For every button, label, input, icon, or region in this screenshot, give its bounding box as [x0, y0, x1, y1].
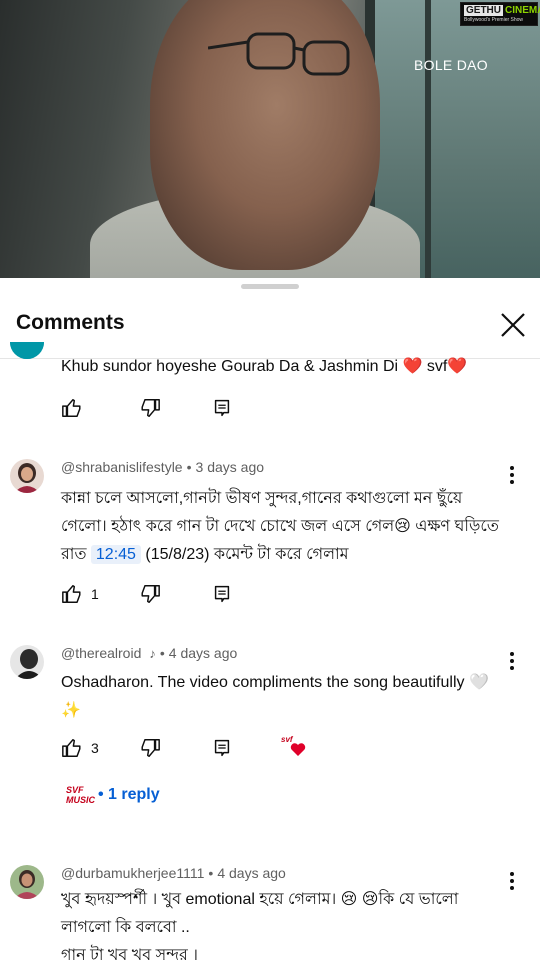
more-options-button[interactable] — [502, 464, 522, 486]
reply-button[interactable] — [211, 395, 233, 421]
comment-actions: 3 svf — [61, 735, 481, 761]
thumbs-up-icon — [62, 585, 81, 603]
like-count: 1 — [91, 586, 99, 602]
dislike-button[interactable] — [139, 581, 161, 607]
video-player[interactable]: BOLE DAO GETHUCINEMA Bollywood's Premier… — [0, 0, 540, 278]
like-count: 3 — [91, 740, 99, 756]
like-button[interactable]: 3 — [61, 735, 99, 761]
avatar[interactable] — [10, 645, 44, 679]
comment-header: @therealroid ♪ • 4 days ago — [61, 645, 238, 661]
thumbs-down-icon — [141, 739, 160, 757]
thumbs-up-icon — [62, 399, 81, 417]
like-button[interactable] — [61, 395, 83, 421]
comment-reply-icon — [214, 399, 230, 417]
close-icon[interactable] — [494, 306, 532, 344]
reply-avatar: SVF MUSIC — [66, 785, 95, 805]
video-subject-glasses — [208, 32, 350, 76]
comment-author[interactable]: @durbamukherjee1111 — [61, 865, 204, 881]
comment-item: @therealroid ♪ • 4 days ago Oshadharon. The… — [0, 642, 540, 842]
comment-reply-icon — [214, 585, 230, 603]
comment-text: কান্না চলে আসলো,গানটা ভীষণ সুন্দর,গানের … — [61, 490, 499, 564]
music-note-icon: ♪ — [149, 646, 156, 661]
comment-item: @shrabanislifestyle • 3 days ago কান্না চল… — [0, 456, 540, 616]
view-replies-link[interactable]: • 1 reply — [98, 786, 160, 804]
creator-heart-badge: svf — [281, 735, 309, 759]
drag-handle[interactable] — [241, 284, 299, 289]
comment-actions — [61, 395, 481, 421]
comments-sheet: Comments Khub sundor hoyeshe Gourab Da &… — [0, 278, 540, 960]
comment-text: Oshadharon. The video compliments the so… — [61, 674, 489, 719]
heart-icon — [290, 743, 306, 756]
video-title-overlay: BOLE DAO — [414, 57, 488, 73]
comment-author[interactable]: @shrabanislifestyle — [61, 459, 183, 475]
more-options-button[interactable] — [502, 870, 522, 892]
like-button[interactable]: 1 — [61, 581, 99, 607]
more-options-button[interactable] — [502, 650, 522, 672]
thumbs-up-icon — [62, 739, 81, 757]
comment-item: @durbamukherjee1111 • 4 days ago খুব হৃদয়… — [0, 862, 540, 960]
comment-age: 4 days ago — [217, 865, 286, 881]
comment-age: 4 days ago — [168, 645, 238, 661]
view-replies-button[interactable]: SVF MUSIC • 1 reply — [66, 785, 160, 805]
watermark-logo: GETHUCINEMA Bollywood's Premier Show — [460, 2, 540, 26]
comments-title: Comments — [16, 311, 125, 334]
avatar[interactable] — [10, 865, 44, 899]
reply-button[interactable] — [211, 735, 233, 761]
comment-header: @shrabanislifestyle • 3 days ago — [61, 459, 265, 475]
thumbs-down-icon — [141, 585, 160, 603]
avatar[interactable] — [10, 459, 44, 493]
reply-button[interactable] — [211, 581, 233, 607]
dislike-button[interactable] — [139, 735, 161, 761]
comment-actions: 1 — [61, 581, 481, 607]
comment-age: 3 days ago — [195, 459, 265, 475]
timestamp-link[interactable]: 12:45 — [90, 545, 141, 564]
comment-text: Khub sundor hoyeshe Gourab Da & Jashmin … — [61, 358, 468, 375]
avatar[interactable] — [10, 342, 44, 368]
comment-reply-icon — [214, 739, 230, 757]
comment-author[interactable]: @therealroid — [61, 645, 141, 661]
dislike-button[interactable] — [139, 395, 161, 421]
comment-text: খুব হৃদয়স্পর্শী । খুব emotional হয়ে গে… — [61, 891, 459, 960]
comment-header: @durbamukherjee1111 • 4 days ago — [61, 865, 286, 881]
thumbs-down-icon — [141, 399, 160, 417]
